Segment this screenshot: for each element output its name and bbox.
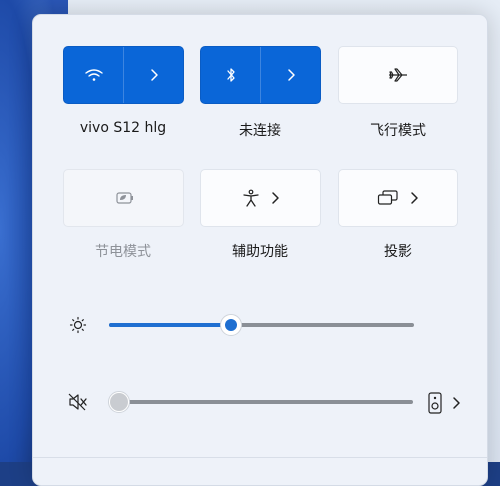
battery-saver-tile[interactable] xyxy=(63,169,184,227)
bluetooth-label: 未连接 xyxy=(239,123,281,139)
chevron-right-icon xyxy=(270,191,280,205)
brightness-slider-thumb[interactable] xyxy=(220,314,242,336)
speaker-muted-icon[interactable] xyxy=(68,393,88,411)
airplane-mode-label: 飞行模式 xyxy=(370,123,426,139)
project-icon xyxy=(377,190,399,206)
chevron-right-icon xyxy=(286,68,296,82)
battery-saver-label: 节电模式 xyxy=(95,244,151,260)
chevron-right-icon xyxy=(149,68,159,82)
bluetooth-tile[interactable] xyxy=(200,46,321,104)
wifi-icon xyxy=(84,68,103,82)
wifi-toggle[interactable] xyxy=(64,47,123,103)
bluetooth-toggle[interactable] xyxy=(201,47,260,103)
wifi-label: vivo S12 hlg xyxy=(79,120,167,136)
speaker-device-icon[interactable] xyxy=(427,392,443,414)
project-tile[interactable] xyxy=(338,169,458,227)
bluetooth-icon xyxy=(226,67,236,83)
volume-slider-thumb[interactable] xyxy=(108,391,130,413)
accessibility-label: 辅助功能 xyxy=(232,244,288,260)
accessibility-icon xyxy=(242,189,260,207)
project-label: 投影 xyxy=(384,244,412,260)
wifi-expand-button[interactable] xyxy=(124,47,183,103)
quick-settings-panel: vivo S12 hlg 未连接 飞行模式 节电模式 辅助功能 投影 xyxy=(32,14,488,486)
brightness-slider-fill xyxy=(109,323,231,327)
thumb-center xyxy=(110,393,128,411)
volume-row xyxy=(33,387,487,417)
volume-slider-track[interactable] xyxy=(119,400,413,404)
brightness-icon xyxy=(69,316,87,334)
battery-saver-icon xyxy=(114,191,134,205)
accessibility-tile[interactable] xyxy=(200,169,321,227)
brightness-row xyxy=(33,310,487,340)
panel-divider xyxy=(33,457,487,458)
chevron-right-icon[interactable] xyxy=(451,396,461,410)
airplane-mode-tile[interactable] xyxy=(338,46,458,104)
chevron-right-icon xyxy=(409,191,419,205)
bluetooth-expand-button[interactable] xyxy=(261,47,320,103)
thumb-center xyxy=(225,319,237,331)
wifi-tile[interactable] xyxy=(63,46,184,104)
airplane-icon xyxy=(388,67,408,83)
